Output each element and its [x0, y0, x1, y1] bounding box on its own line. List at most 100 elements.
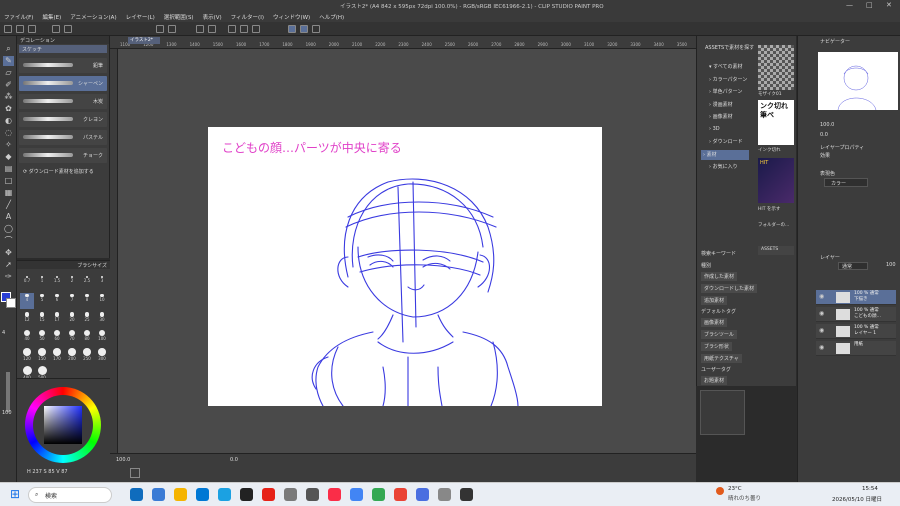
brush-size-item[interactable]: 20 [65, 311, 79, 327]
brush-size-item[interactable]: 120 [20, 347, 34, 363]
maximize-button[interactable]: □ [866, 1, 873, 9]
sub-color-chip[interactable] [6, 298, 16, 308]
menu-help[interactable]: ヘルプ(H) [319, 13, 344, 21]
tag-button[interactable]: 画像素材 [701, 318, 728, 327]
mail-icon[interactable] [218, 488, 231, 501]
brush-size-item[interactable]: 25 [80, 311, 94, 327]
brush-size-item[interactable]: 200 [65, 347, 79, 363]
opacity-slider[interactable] [6, 372, 10, 412]
decoration-icon[interactable]: ✿ [3, 104, 14, 114]
tag-button[interactable]: 用紙テクスチャ [701, 354, 742, 363]
layer-property-tab[interactable]: レイヤープロパティ [820, 144, 864, 151]
assets-header[interactable]: ASSETSで素材を探す [705, 44, 754, 51]
menu-selection[interactable]: 選択範囲(S) [164, 13, 194, 21]
layer-row[interactable]: ◉ 用紙 [816, 341, 896, 356]
brush-item-pencil[interactable]: 鉛筆 [19, 58, 107, 73]
youtube-icon[interactable] [262, 488, 275, 501]
taskbar-search[interactable]: ⌕ 検索 [28, 487, 112, 503]
brush-size-item[interactable]: 4 [20, 293, 34, 309]
save-icon[interactable] [28, 25, 36, 33]
visibility-eye-icon[interactable]: ◉ [819, 327, 824, 334]
brush-size-item[interactable]: 300 [95, 347, 109, 363]
brush-size-item[interactable]: 12 [20, 311, 34, 327]
expression-color-select[interactable]: カラー [824, 178, 868, 187]
brush-size-item[interactable]: 100 [95, 329, 109, 345]
snap-grid-icon[interactable] [312, 25, 320, 33]
terminal-icon[interactable] [240, 488, 253, 501]
auto-select-icon[interactable]: ✧ [3, 140, 14, 150]
brush-size-item[interactable]: 15 [35, 311, 49, 327]
menu-layer[interactable]: レイヤー(L) [126, 13, 155, 21]
clip-studio-taskbar-icon[interactable] [460, 488, 473, 501]
brush-size-item[interactable]: 17 [50, 311, 64, 327]
brush-size-item[interactable]: 0.7 [20, 275, 34, 291]
material-tree-item[interactable]: ▾ すべての素材 [707, 62, 749, 72]
brush-size-item[interactable]: 1.5 [50, 275, 64, 291]
layer-tab[interactable]: レイヤー [820, 254, 840, 261]
subtool-tab[interactable]: デコレーション [17, 36, 109, 44]
chrome-icon[interactable] [350, 488, 363, 501]
material-tree-item[interactable]: › 単色パターン [707, 87, 749, 97]
frame-icon[interactable]: ▦ [3, 188, 14, 198]
clip-studio-icon[interactable] [52, 25, 60, 33]
search-keyword[interactable]: 検索キーワード [701, 250, 736, 257]
figure-icon[interactable]: □ [3, 176, 14, 186]
move-icon[interactable]: ✥ [3, 248, 14, 258]
tag-button[interactable]: 作成した素材 [701, 272, 738, 281]
clock-date[interactable]: 2026/05/10 日曜日 [832, 495, 882, 503]
fill-tool-icon[interactable]: ◆ [3, 152, 14, 162]
material-tree-item[interactable]: › お気に入り [707, 162, 749, 172]
material-thumb-ink[interactable]: ンク切れ 筆ペ [758, 100, 794, 145]
material-tree-item[interactable]: › ダウンロード [707, 137, 749, 147]
menu-filter[interactable]: フィルター(I) [231, 13, 264, 21]
app-icon-2[interactable] [306, 488, 319, 501]
snap-ruler-icon[interactable] [288, 25, 296, 33]
material-tree-item[interactable]: › カラーパターン [707, 75, 749, 85]
minimize-button[interactable]: — [846, 1, 853, 9]
undo-icon[interactable] [156, 25, 164, 33]
brush-size-item[interactable]: 70 [65, 329, 79, 345]
app-icon-3[interactable] [416, 488, 429, 501]
navigator-preview[interactable] [818, 52, 898, 110]
brush-size-item[interactable]: 1 [35, 275, 49, 291]
brush-size-item[interactable]: 2 [65, 275, 79, 291]
blend-icon[interactable]: ◐ [3, 116, 14, 126]
brush-size-tab[interactable]: ブラシサイズ [17, 261, 110, 269]
redo-icon[interactable] [168, 25, 176, 33]
canvas-paper[interactable]: こどもの顔…パーツが中央に寄る [208, 127, 602, 406]
tag-button[interactable]: ダウンロードした素材 [701, 284, 758, 293]
drive-icon[interactable] [372, 488, 385, 501]
layer-row[interactable]: ◉ 100 % 通常 下描き [816, 290, 896, 305]
brush-size-item[interactable]: 170 [50, 347, 64, 363]
menu-window[interactable]: ウィンドウ(W) [273, 13, 310, 21]
brush-size-item[interactable]: 2.5 [80, 275, 94, 291]
lasso-icon[interactable]: ◌ [3, 128, 14, 138]
music-icon[interactable] [328, 488, 341, 501]
brush-size-item[interactable]: 50 [35, 329, 49, 345]
menu-edit[interactable]: 編集(E) [42, 13, 61, 21]
material-thumb-mosaic[interactable] [758, 45, 794, 90]
task-view-icon[interactable] [130, 488, 143, 501]
material-thumb-hit[interactable]: HIT [758, 158, 794, 203]
brush-item-charcoal[interactable]: 木炭 [19, 94, 107, 109]
balloon-icon[interactable]: ◯ [3, 224, 14, 234]
invert-selection-icon[interactable] [252, 25, 260, 33]
brush-size-item[interactable]: 250 [80, 347, 94, 363]
blend-mode-select[interactable]: 通常 [838, 262, 868, 270]
brush-item-mechanical-pencil[interactable]: シャーペン [19, 76, 107, 91]
tag-button[interactable]: 追加素材 [701, 296, 728, 305]
subtool-group-sketch[interactable]: スケッチ [19, 45, 107, 53]
brush-size-item[interactable]: 80 [80, 329, 94, 345]
brush-size-item[interactable]: 150 [35, 347, 49, 363]
app-icon-4[interactable] [438, 488, 451, 501]
brush-size-item[interactable]: 10 [95, 293, 109, 309]
brush-size-item[interactable]: 3 [95, 275, 109, 291]
brush-item-crayon[interactable]: クレヨン [19, 112, 107, 127]
layer-row[interactable]: ◉ 100 % 通常 こどもの顔… [816, 307, 896, 322]
edge-icon[interactable] [152, 488, 165, 501]
add-download-material[interactable]: ⟳ ダウンロード素材を追加する [23, 168, 94, 175]
material-tree-item[interactable]: › 3D [707, 125, 749, 135]
brush-size-item[interactable]: 40 [20, 329, 34, 345]
brush-size-item[interactable]: 6 [50, 293, 64, 309]
new-file-icon[interactable] [4, 25, 12, 33]
